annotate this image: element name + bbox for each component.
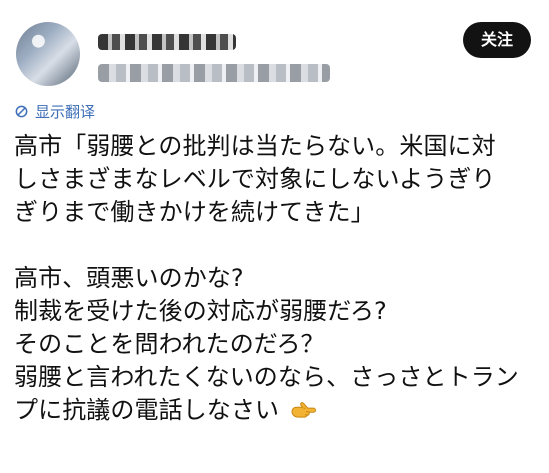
show-translation-label[interactable]: 显示翻译 bbox=[35, 101, 95, 122]
quote-line-1: 高市「弱腰との批判は当たらない。米国に対 bbox=[14, 132, 496, 160]
quote-line-2: しさまざまなレベルで対象にしないようぎり bbox=[14, 165, 496, 193]
comment-line-2: 制裁を受けた後の対応が弱腰だろ? bbox=[14, 297, 387, 325]
comment-line-5-wrapper: プに抗議の電話しなさい bbox=[14, 394, 531, 429]
comment-line-4: 弱腰と言われたくないのなら、さっさとトラン bbox=[14, 363, 519, 391]
comment-line-5: プに抗議の電話しなさい bbox=[14, 396, 280, 424]
show-translation-link[interactable]: 显示翻译 bbox=[14, 100, 531, 122]
follow-button[interactable]: 关注 bbox=[463, 22, 531, 58]
post-text: 高市「弱腰との批判は当たらない。米国に対 しさまざまなレベルで対象にしないようぎ… bbox=[14, 130, 531, 429]
comment-line-1: 高市、頭悪いのかな? bbox=[14, 264, 244, 292]
quote-line-3: ぎりまで働きかけを続けてきた」 bbox=[14, 198, 375, 226]
translate-icon bbox=[14, 104, 29, 119]
blurred-user-name[interactable] bbox=[98, 34, 236, 50]
social-post-card: 关注 显示翻译 高市「弱腰との批判は当たらない。米国に対 しさまざまなレベルで対… bbox=[0, 0, 549, 473]
pointing-right-hand-emoji bbox=[289, 396, 317, 429]
post-header: 关注 bbox=[14, 16, 531, 98]
blurred-user-handle[interactable] bbox=[98, 64, 330, 82]
comment-line-3: そのことを問われたのだろ？ bbox=[14, 330, 325, 358]
user-avatar[interactable] bbox=[16, 22, 80, 86]
